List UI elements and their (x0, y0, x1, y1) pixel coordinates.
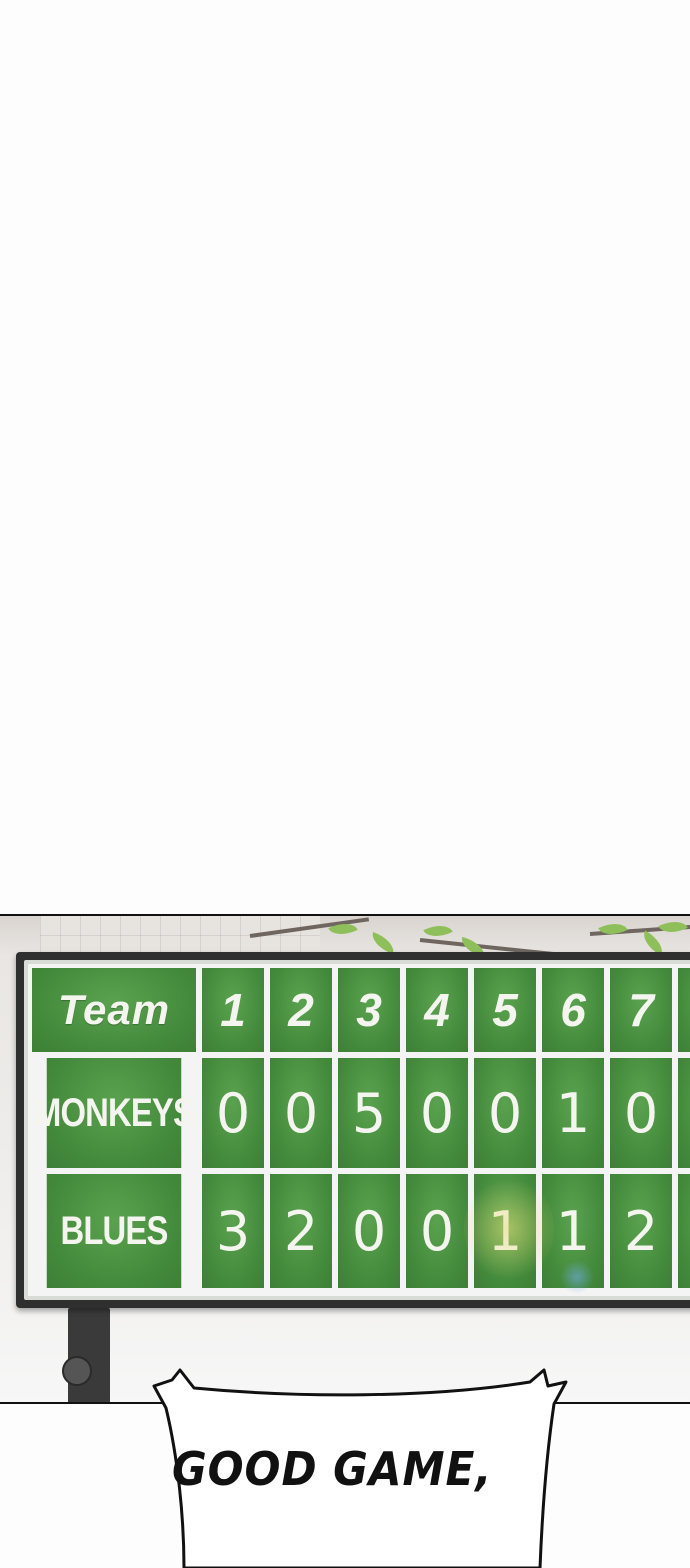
score-cell: 0 (202, 1058, 264, 1168)
inning-header: 4 (406, 968, 468, 1052)
score-cell: 2 (610, 1174, 672, 1288)
score-cell: 0 (338, 1174, 400, 1288)
score-cell: 0 (610, 1058, 672, 1168)
score-cell: 1 (542, 1174, 604, 1288)
blank-area (0, 0, 690, 915)
score-cell: 0 (406, 1058, 468, 1168)
inning-header: 6 (542, 968, 604, 1052)
scoreboard-face: Team 1 2 3 4 5 6 7 MONKEYS 0 0 5 0 0 1 0… (28, 964, 690, 1296)
score-cell-overflow (678, 1174, 690, 1288)
score-cell: 2 (270, 1174, 332, 1288)
scoreboard-frame: Team 1 2 3 4 5 6 7 MONKEYS 0 0 5 0 0 1 0… (24, 960, 690, 1300)
score-cell: 1 (542, 1058, 604, 1168)
header-team-label: Team (32, 968, 196, 1052)
leaf-icon (598, 917, 628, 941)
team-name-blues: BLUES (46, 1174, 182, 1288)
inning-header: 7 (610, 968, 672, 1052)
inning-header: 1 (202, 968, 264, 1052)
post-bolt (62, 1356, 92, 1386)
leaf-icon (368, 931, 398, 955)
inning-header: 3 (338, 968, 400, 1052)
scoreboard: Team 1 2 3 4 5 6 7 MONKEYS 0 0 5 0 0 1 0… (16, 952, 690, 1308)
score-cell: 0 (406, 1174, 468, 1288)
inning-header-overflow (678, 968, 690, 1052)
leaf-icon (658, 916, 688, 939)
team-name-monkeys: MONKEYS (34, 1058, 195, 1168)
score-cell: 3 (202, 1174, 264, 1288)
score-cell: 0 (474, 1058, 536, 1168)
background-wall (40, 916, 320, 956)
inning-header: 2 (270, 968, 332, 1052)
speech-bubble-text: GOOD GAME, (172, 1442, 493, 1496)
inning-header: 5 (474, 968, 536, 1052)
score-cell: 5 (338, 1058, 400, 1168)
scoreboard-panel: Team 1 2 3 4 5 6 7 MONKEYS 0 0 5 0 0 1 0… (0, 914, 690, 1404)
score-cell: 1 (474, 1174, 536, 1288)
score-cell-overflow (678, 1058, 690, 1168)
score-cell: 0 (270, 1058, 332, 1168)
